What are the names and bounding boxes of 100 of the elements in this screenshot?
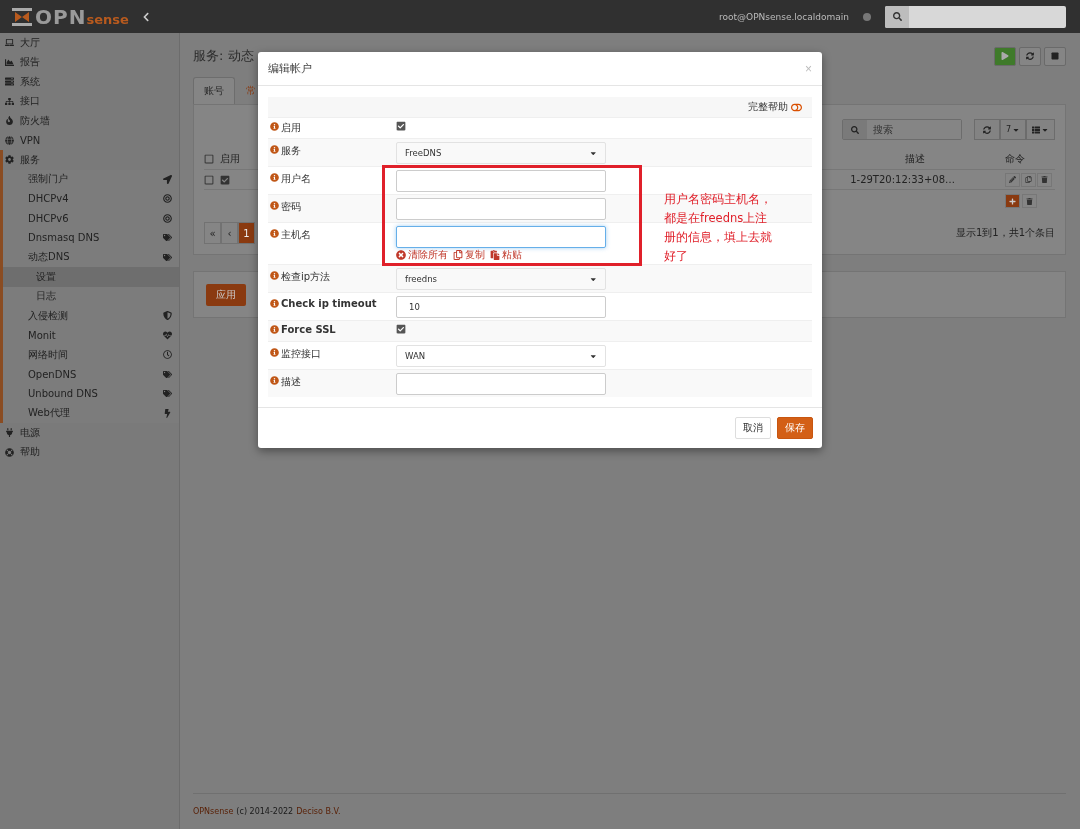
target-icon [163, 213, 172, 223]
copy-icon [453, 250, 463, 260]
sidebar-item[interactable]: VPN [0, 130, 179, 150]
sidebar-item[interactable]: 报告 [0, 52, 179, 72]
full-help-label: 完整帮助 [748, 100, 788, 114]
cancel-button[interactable]: 取消 [735, 417, 771, 439]
input-field[interactable]: 10 [396, 296, 606, 318]
search-icon [850, 125, 859, 134]
tags-icon [163, 252, 172, 262]
edit-button[interactable] [1005, 172, 1020, 187]
info-icon[interactable] [270, 348, 279, 357]
search-field[interactable]: 搜索 [841, 119, 962, 140]
page-size-button[interactable]: 7 [999, 119, 1026, 140]
trash-icon [1026, 197, 1033, 205]
checkbox[interactable] [204, 174, 214, 185]
server-icon [5, 77, 14, 87]
column-header: 启用 [220, 151, 240, 166]
chart-icon [5, 57, 14, 67]
sidebar-item[interactable]: 服务 [3, 150, 179, 170]
info-icon[interactable] [270, 229, 279, 238]
refresh-icon [1026, 52, 1034, 60]
sidebar-item[interactable]: 大厅 [0, 33, 179, 53]
laptop-icon [5, 38, 14, 48]
info-icon[interactable] [270, 376, 279, 385]
info-icon[interactable] [270, 201, 279, 210]
target-icon [163, 194, 172, 204]
play-button[interactable] [994, 46, 1016, 66]
field-label: 检查ip方法 [281, 270, 331, 284]
search-icon [892, 12, 902, 21]
add-button[interactable] [1005, 194, 1020, 208]
field-label: 监控接口 [281, 347, 321, 361]
checkbox[interactable] [204, 153, 214, 164]
paste-icon [490, 250, 500, 260]
list-icon [1032, 125, 1040, 134]
columns-button[interactable] [1026, 119, 1055, 140]
sidebar-item[interactable]: 帮助 [0, 442, 179, 462]
field-label: 描述 [281, 375, 301, 389]
dropdown[interactable]: FreeDNS [396, 142, 606, 164]
sidebar-item[interactable]: 防火墙 [0, 111, 179, 131]
delete-button[interactable] [1037, 172, 1052, 187]
input-field[interactable] [396, 373, 606, 395]
toggle-switch[interactable] [791, 101, 802, 113]
tab[interactable]: 账号 [193, 77, 235, 104]
field-action-link[interactable]: 清除所有 [396, 248, 448, 262]
clear-icon [396, 250, 406, 260]
apply-button[interactable]: 应用 [206, 284, 246, 306]
pager-button[interactable]: ‹ [221, 222, 238, 244]
globe-icon [5, 135, 14, 145]
field-label: 主机名 [281, 228, 311, 242]
save-button[interactable]: 保存 [777, 417, 813, 439]
info-icon[interactable] [270, 145, 279, 154]
dropdown[interactable]: freedns [396, 268, 606, 290]
refresh-button[interactable] [973, 119, 1000, 140]
field-label: 服务 [281, 144, 301, 158]
footer-link[interactable]: OPNsense [193, 807, 234, 816]
delete-button[interactable] [1022, 194, 1037, 208]
input-field[interactable] [396, 170, 606, 192]
sidebar-item[interactable]: 系统 [0, 72, 179, 92]
info-icon[interactable] [270, 271, 279, 280]
input-field[interactable] [396, 226, 606, 248]
user-name: root@OPNsense.localdomain [719, 11, 849, 22]
flame-icon [5, 116, 14, 126]
search-field[interactable] [885, 5, 1066, 28]
info-icon[interactable] [270, 299, 279, 308]
brand-name: OPN sense [35, 4, 129, 29]
heartbeat-icon [163, 330, 172, 340]
dropdown[interactable]: WAN [396, 345, 606, 367]
tags-icon [163, 369, 172, 379]
sidebar-item[interactable]: 电源 [0, 423, 179, 443]
restart-button[interactable] [1019, 46, 1041, 66]
stop-button[interactable] [1044, 46, 1066, 66]
field-label: 密码 [281, 200, 301, 214]
info-icon[interactable] [270, 325, 279, 334]
footer-text: (c) 2014-2022 [236, 807, 294, 816]
info-icon[interactable] [270, 173, 279, 182]
logo-icon [12, 7, 32, 26]
clock-icon [163, 350, 172, 360]
checkbox[interactable] [396, 324, 406, 334]
bolt-icon [163, 408, 172, 418]
tags-icon [163, 389, 172, 399]
copy-icon [1025, 176, 1032, 183]
footer-link[interactable]: Deciso B.V. [296, 807, 341, 816]
input-field[interactable] [396, 198, 606, 220]
stop-icon [1051, 52, 1059, 60]
info-icon[interactable] [270, 122, 279, 131]
gear-icon [5, 155, 14, 165]
sidebar-item[interactable]: 设置 [3, 267, 179, 287]
sidebar-item[interactable]: 接口 [0, 91, 179, 111]
close-button[interactable]: × [805, 61, 812, 76]
plug-icon [5, 428, 14, 438]
network-icon [5, 96, 14, 106]
dialog-title: 编辑帐户 [268, 61, 313, 76]
pager-button[interactable]: « [204, 222, 221, 244]
pager-button[interactable]: 1 [238, 222, 255, 244]
table-cell: 1-29T20:12:33+08… [850, 174, 955, 185]
clone-button[interactable] [1021, 172, 1036, 187]
checkbox[interactable] [396, 121, 406, 131]
field-action-link[interactable]: 粘贴 [490, 248, 522, 262]
field-label: Force SSL [281, 324, 336, 335]
field-action-link[interactable]: 复制 [453, 248, 485, 262]
